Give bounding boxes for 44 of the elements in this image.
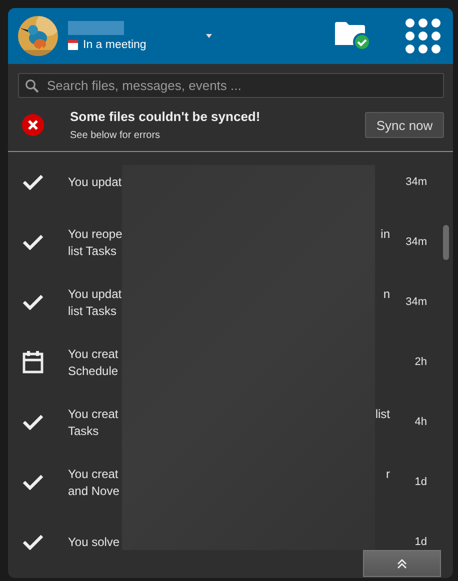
search-field[interactable]: Search files, messages, events ...	[18, 73, 444, 98]
activity-time: 2h	[414, 356, 427, 368]
sync-now-button[interactable]: Sync now	[365, 112, 444, 138]
caret-icon[interactable]	[206, 34, 212, 38]
apps-menu-icon[interactable]	[405, 18, 441, 54]
activity-text: list Tasks	[68, 304, 116, 318]
calendar-icon	[22, 350, 44, 374]
activity-time: 4h	[414, 416, 427, 428]
scrollbar-thumb[interactable]	[443, 225, 449, 260]
activity-text: r	[386, 466, 390, 480]
search-icon	[25, 79, 39, 93]
activity-text: Schedule	[68, 364, 118, 378]
activity-time: 34m	[404, 176, 427, 188]
activity-text: list Tasks	[68, 244, 116, 258]
activity-text: You creat	[68, 406, 118, 420]
activity-text: list	[375, 406, 390, 420]
checkmark-icon	[22, 174, 44, 190]
activity-text: and Nove	[68, 484, 120, 498]
activity-time: 34m	[404, 296, 427, 308]
checkmark-icon	[22, 474, 44, 490]
checkmark-icon	[22, 534, 44, 550]
activity-text: You creat	[68, 466, 118, 480]
activity-text: n	[383, 286, 390, 300]
error-title: Some files couldn't be synced!	[70, 109, 262, 124]
calendar-icon	[68, 40, 78, 50]
activity-text: You creat	[68, 346, 118, 360]
checkmark-icon	[22, 294, 44, 310]
redacted-name	[68, 21, 124, 35]
double-chevron-up-icon	[397, 558, 407, 568]
checkmark-icon	[22, 234, 44, 250]
activity-text: You solve	[68, 535, 120, 549]
activity-text: in	[380, 226, 390, 240]
status-text: In a meeting	[83, 39, 146, 51]
checkmark-icon	[22, 414, 44, 430]
folder-icon[interactable]	[335, 21, 371, 51]
activity-text: You updat	[68, 286, 122, 300]
activity-time: 34m	[404, 236, 427, 248]
activity-time: 1d	[414, 476, 427, 488]
error-subtitle: See below for errors	[70, 130, 162, 141]
activity-text: You updat	[68, 175, 122, 189]
activity-text: You reope	[68, 226, 122, 240]
error-icon	[22, 114, 44, 136]
activity-text: Tasks	[68, 424, 99, 438]
activity-time: 1d	[414, 536, 427, 548]
